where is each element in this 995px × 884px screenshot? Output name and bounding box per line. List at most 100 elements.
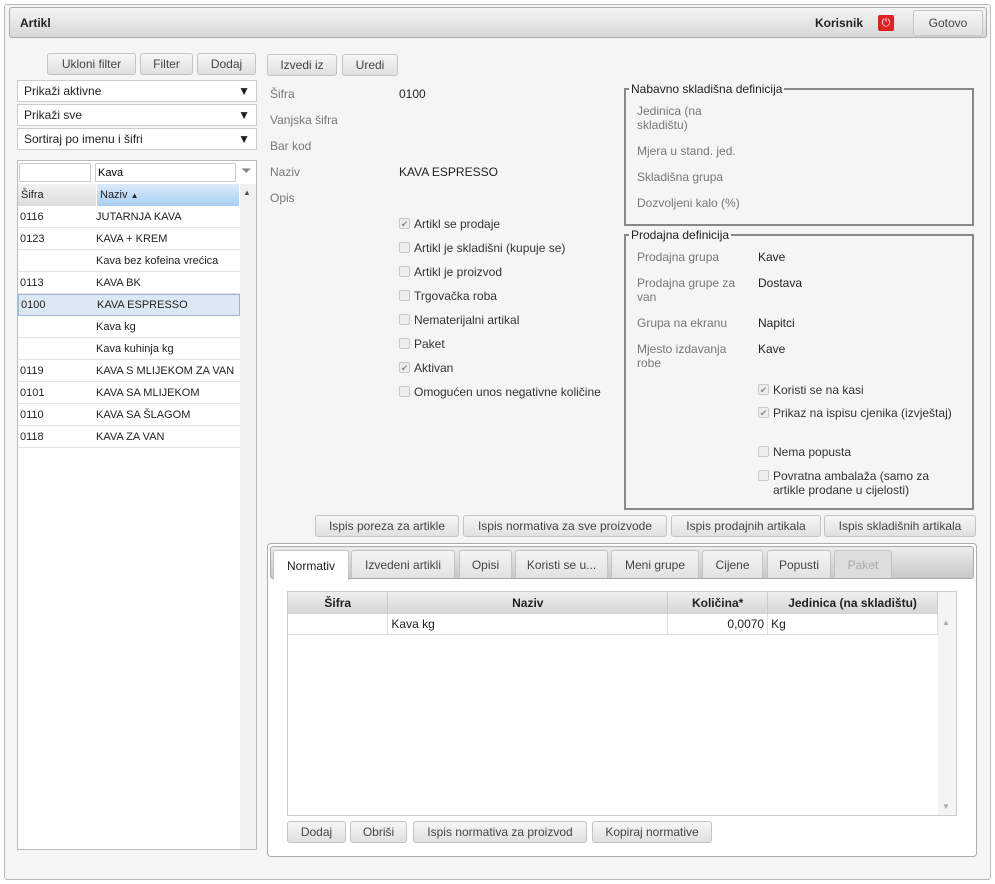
column-header[interactable]: Šifra: [288, 592, 389, 614]
report-button[interactable]: Ispis prodajnih artikala: [671, 515, 821, 537]
list-item[interactable]: 0101 KAVA SA MLIJEKOM: [18, 382, 240, 404]
checkbox[interactable]: Artikl je skladišni (kupuje se): [399, 241, 629, 255]
name-filter-input[interactable]: [95, 163, 236, 182]
allowed-loss-label: Dozvoljeni kalo (%): [637, 196, 740, 210]
checkmark-icon[interactable]: ✔: [758, 384, 769, 395]
code-filter-input[interactable]: [19, 163, 91, 182]
item-code: 0116: [20, 210, 44, 223]
checkmark-icon[interactable]: ✔: [399, 218, 410, 229]
field-label: Naziv: [270, 165, 301, 179]
list-item[interactable]: Kava kg: [18, 316, 240, 338]
checkbox-label: Koristi se na kasi: [773, 383, 864, 397]
report-button[interactable]: Ispis poreza za artikle: [315, 515, 459, 537]
column-header-code[interactable]: Šifra: [18, 184, 96, 206]
header-bar: Artikl Korisnik ⏻ Gotovo: [9, 7, 987, 38]
column-label: Naziv: [100, 189, 128, 201]
sort-select[interactable]: Sortiraj po imenu i šifri ▼: [17, 128, 257, 150]
checkbox[interactable]: Omogućen unos negativne količine: [399, 385, 629, 399]
report-button[interactable]: Ispis skladišnih artikala: [824, 515, 976, 537]
field-label: Vanjska šifra: [270, 113, 338, 127]
list-item[interactable]: 0119 KAVA S MLIJEKOM ZA VAN: [18, 360, 240, 382]
user-label: Korisnik: [815, 16, 864, 30]
active-filter-select[interactable]: Prikaži aktivne ▼: [17, 80, 257, 102]
edit-button[interactable]: Uredi: [342, 54, 398, 76]
scroll-down-icon[interactable]: ▼: [942, 802, 950, 811]
list-item[interactable]: 0113 KAVA BK: [18, 272, 240, 294]
table-cell: 0,0070: [667, 614, 769, 634]
checkbox[interactable]: ✔ Artikl se prodaje: [399, 217, 629, 231]
column-header-name[interactable]: Naziv ▲: [97, 184, 239, 206]
item-code: 0100: [21, 299, 46, 311]
delete-normative-button[interactable]: Obriši: [350, 821, 407, 843]
dropdown-arrow-icon: ▼: [238, 84, 250, 98]
list-item[interactable]: 0100 KAVA ESPRESSO: [18, 294, 240, 316]
list-item[interactable]: 0118 KAVA ZA VAN: [18, 426, 240, 448]
remove-filter-button[interactable]: Ukloni filter: [47, 53, 136, 75]
tab-cijene[interactable]: Cijene: [702, 550, 763, 578]
show-filter-select[interactable]: Prikaži sve ▼: [17, 104, 257, 126]
list-item[interactable]: Kava bez kofeina vrećica: [18, 250, 240, 272]
checkbox-box[interactable]: [399, 242, 410, 253]
checkbox-box[interactable]: [399, 386, 410, 397]
checkbox[interactable]: ✔ Prikaz na ispisu cjenika (izvještaj): [758, 406, 958, 420]
tab-normativ[interactable]: Normativ: [273, 550, 349, 580]
item-name: KAVA + KREM: [96, 232, 168, 245]
checkbox[interactable]: ✔ Koristi se na kasi: [758, 383, 958, 397]
scrollbar[interactable]: ▲ ▼: [938, 592, 956, 815]
checkmark-icon[interactable]: ✔: [758, 407, 769, 418]
checkbox-box[interactable]: [399, 314, 410, 325]
checkbox-box[interactable]: [758, 470, 769, 481]
item-name: Kava bez kofeina vrećica: [96, 254, 219, 267]
derive-button[interactable]: Izvedi iz: [267, 54, 337, 76]
group-title: Nabavno skladišna definicija: [631, 82, 783, 96]
tab-meni-grupe[interactable]: Meni grupe: [611, 550, 699, 578]
copy-normatives-button[interactable]: Kopiraj normative: [592, 821, 712, 843]
checkbox-label: Aktivan: [414, 361, 454, 375]
checkbox-label: Artikl je skladišni (kupuje se): [414, 241, 566, 255]
table-cell: Kg: [767, 614, 938, 634]
power-icon[interactable]: ⏻: [878, 15, 894, 31]
checkbox-box[interactable]: [758, 446, 769, 457]
item-name: KAVA S MLIJEKOM ZA VAN: [96, 364, 235, 377]
table-row[interactable]: Kava kg 0,0070 Kg: [288, 614, 938, 634]
checkbox[interactable]: Nema popusta: [758, 445, 958, 459]
checkbox-box[interactable]: [399, 266, 410, 277]
checkbox[interactable]: Nematerijalni artikal: [399, 313, 629, 327]
item-name: Kava kg: [96, 320, 136, 333]
field-label: Bar kod: [270, 139, 312, 153]
done-button[interactable]: Gotovo: [913, 10, 983, 36]
report-button[interactable]: Ispis normativa za sve proizvode: [463, 515, 667, 537]
checkmark-icon[interactable]: ✔: [399, 362, 410, 373]
checkbox[interactable]: Artikl je proizvod: [399, 265, 629, 279]
column-header[interactable]: Naziv: [387, 592, 669, 614]
list-item[interactable]: 0123 KAVA + KREM: [18, 228, 240, 250]
sort-asc-icon: ▲: [130, 191, 139, 200]
checkbox[interactable]: Trgovačka roba: [399, 289, 629, 303]
scroll-up-icon[interactable]: ▲: [942, 618, 950, 627]
tab-izvedeni-artikli[interactable]: Izvedeni artikli: [351, 550, 455, 578]
add-normative-button[interactable]: Dodaj: [287, 821, 346, 843]
add-button[interactable]: Dodaj: [197, 53, 256, 75]
column-header[interactable]: Jedinica (na skladištu): [767, 592, 938, 614]
list-item[interactable]: Kava kuhinja kg: [18, 338, 240, 360]
tab-popusti[interactable]: Popusti: [767, 550, 831, 578]
checkbox-box[interactable]: [399, 338, 410, 349]
checkbox-box[interactable]: [399, 290, 410, 301]
print-normative-button[interactable]: Ispis normativa za proizvod: [413, 821, 587, 843]
checkbox[interactable]: Povratna ambalaža (samo za artikle proda…: [758, 469, 958, 497]
tab-koristi-se-u-[interactable]: Koristi se u...: [515, 550, 608, 578]
checkbox-label: Artikl se prodaje: [414, 217, 501, 231]
funnel-icon[interactable]: ⏷: [241, 163, 251, 179]
list-item[interactable]: 0110 KAVA SA ŠLAGOM: [18, 404, 240, 426]
scrollbar[interactable]: ▲: [240, 184, 256, 849]
checkbox[interactable]: Paket: [399, 337, 629, 351]
field-value: 0100: [399, 87, 426, 101]
filter-button[interactable]: Filter: [140, 53, 193, 75]
checkbox[interactable]: ✔ Aktivan: [399, 361, 629, 375]
item-code: 0119: [20, 364, 44, 377]
sales-field-value: Napitci: [758, 316, 795, 330]
list-item[interactable]: 0116 JUTARNJA KAVA: [18, 206, 240, 228]
scroll-up-icon[interactable]: ▲: [240, 188, 251, 197]
tab-opisi[interactable]: Opisi: [459, 550, 512, 578]
column-header[interactable]: Količina*: [667, 592, 769, 614]
